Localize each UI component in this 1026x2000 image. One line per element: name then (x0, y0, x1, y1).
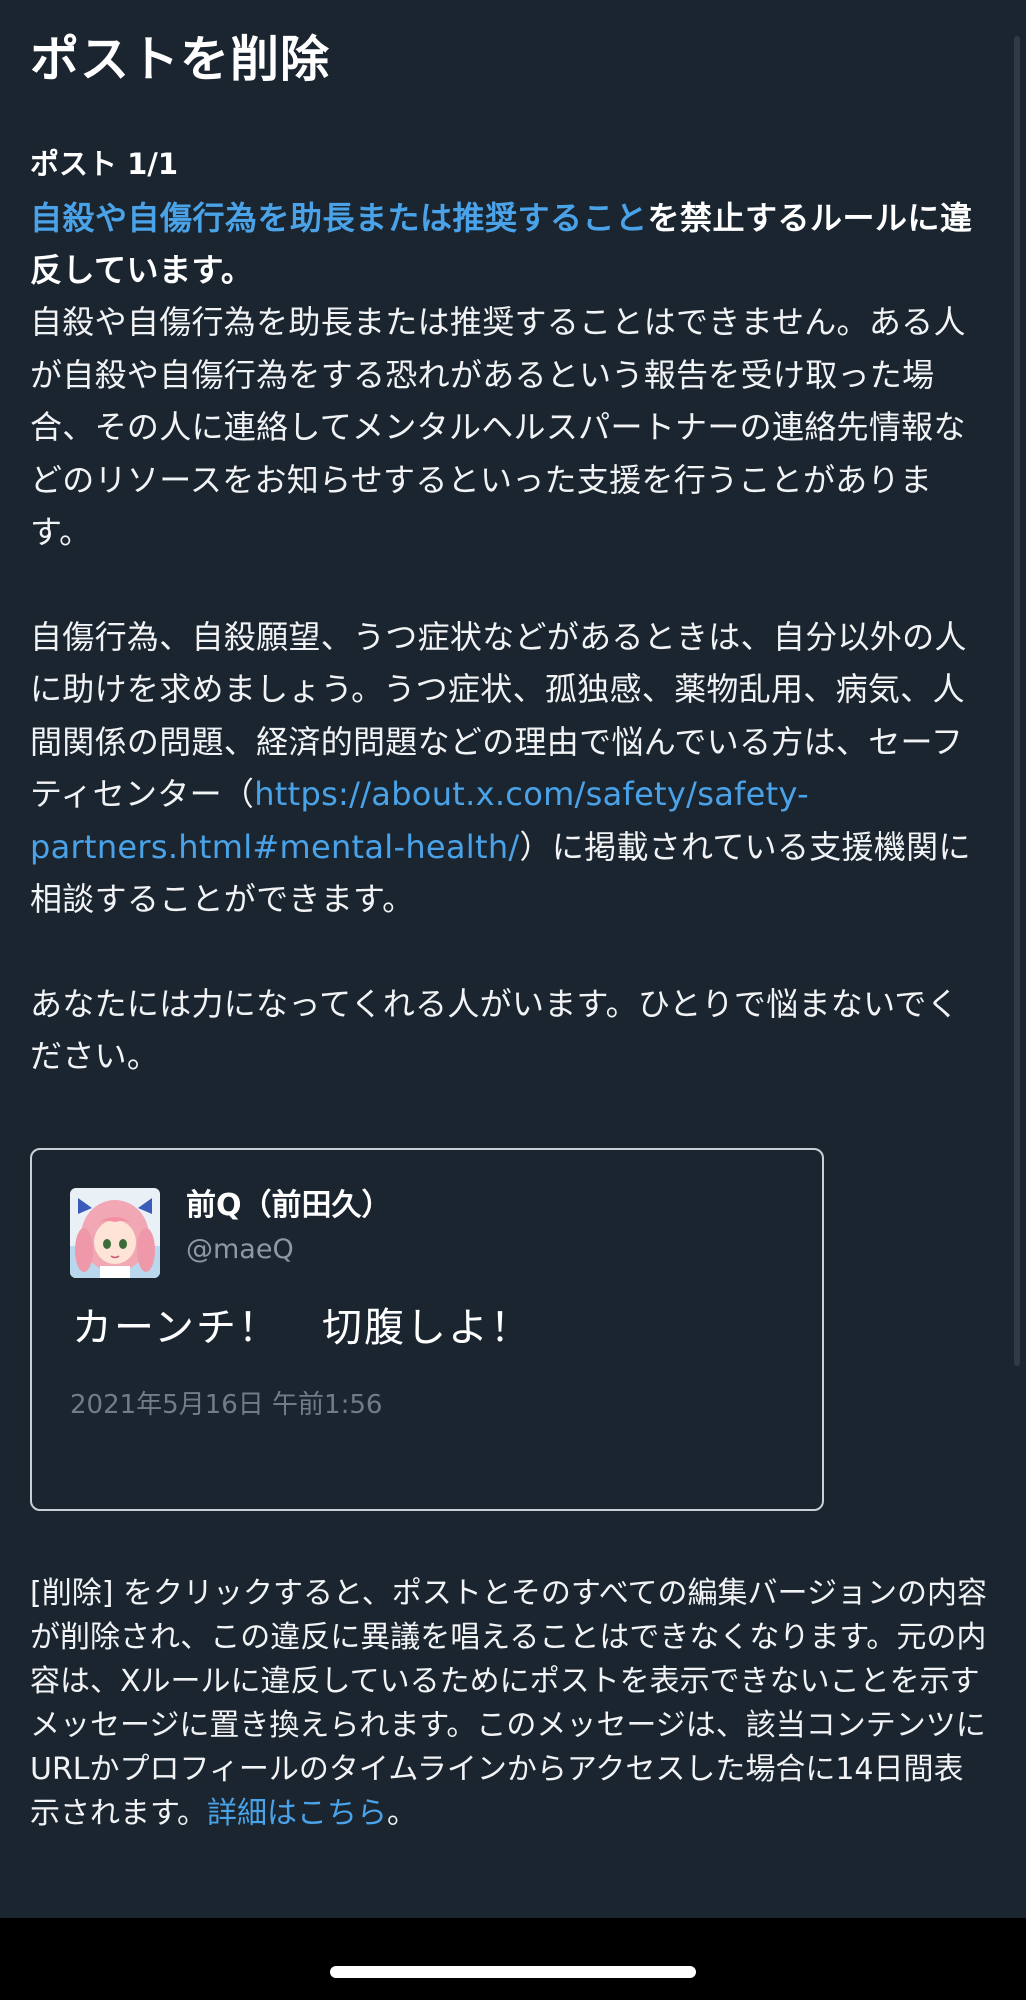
home-indicator[interactable] (330, 1966, 696, 1978)
main-content: ポストを削除 ポスト 1/1 自殺や自傷行為を助長または推奨することを禁止するル… (30, 0, 990, 1083)
reported-post-card: 前Q（前田久） @maeQ カーンチ！ 切腹しよ！ 2021年5月16日 午前1… (30, 1148, 824, 1511)
rule-violation-heading: 自殺や自傷行為を助長または推奨することを禁止するルールに違反しています。 (30, 192, 990, 296)
post-counter: ポスト 1/1 (30, 147, 179, 181)
delete-explanation-end: 。 (387, 1796, 417, 1831)
delete-explanation: [削除] をクリックすると、ポストとそのすべての編集バージョンの内容が削除され、… (30, 1572, 990, 1836)
delete-explanation-text: [削除] をクリックすると、ポストとそのすべての編集バージョンの内容が削除され、… (30, 1576, 987, 1831)
learn-more-link[interactable]: 詳細はこちら (207, 1796, 387, 1831)
anime-girl-avatar-icon (70, 1188, 160, 1278)
page-title: ポストを削除 (30, 31, 331, 88)
paragraph-support: あなたには力になってくれる人がいます。ひとりで悩まないでください。 (30, 984, 960, 1076)
post-text: カーンチ！ 切腹しよ！ (72, 1305, 532, 1351)
avatar[interactable] (70, 1188, 160, 1278)
scrollbar[interactable] (1014, 36, 1020, 1366)
paragraph-help: 自傷行為、自殺願望、うつ症状などがあるときは、自分以外の人に助けを求めましょう。… (30, 611, 990, 926)
display-name[interactable]: 前Q（前田久） (186, 1186, 392, 1226)
delete-post-screen: ポストを削除 ポスト 1/1 自殺や自傷行為を助長または推奨することを禁止するル… (0, 0, 1026, 1918)
post-timestamp: 2021年5月16日 午前1:56 (70, 1390, 383, 1420)
paragraph-policy: 自殺や自傷行為を助長または推奨することはできません。ある人が自殺や自傷行為をする… (30, 303, 966, 551)
rule-link[interactable]: 自殺や自傷行為を助長または推奨すること (30, 199, 648, 237)
user-handle[interactable]: @maeQ (186, 1232, 294, 1268)
